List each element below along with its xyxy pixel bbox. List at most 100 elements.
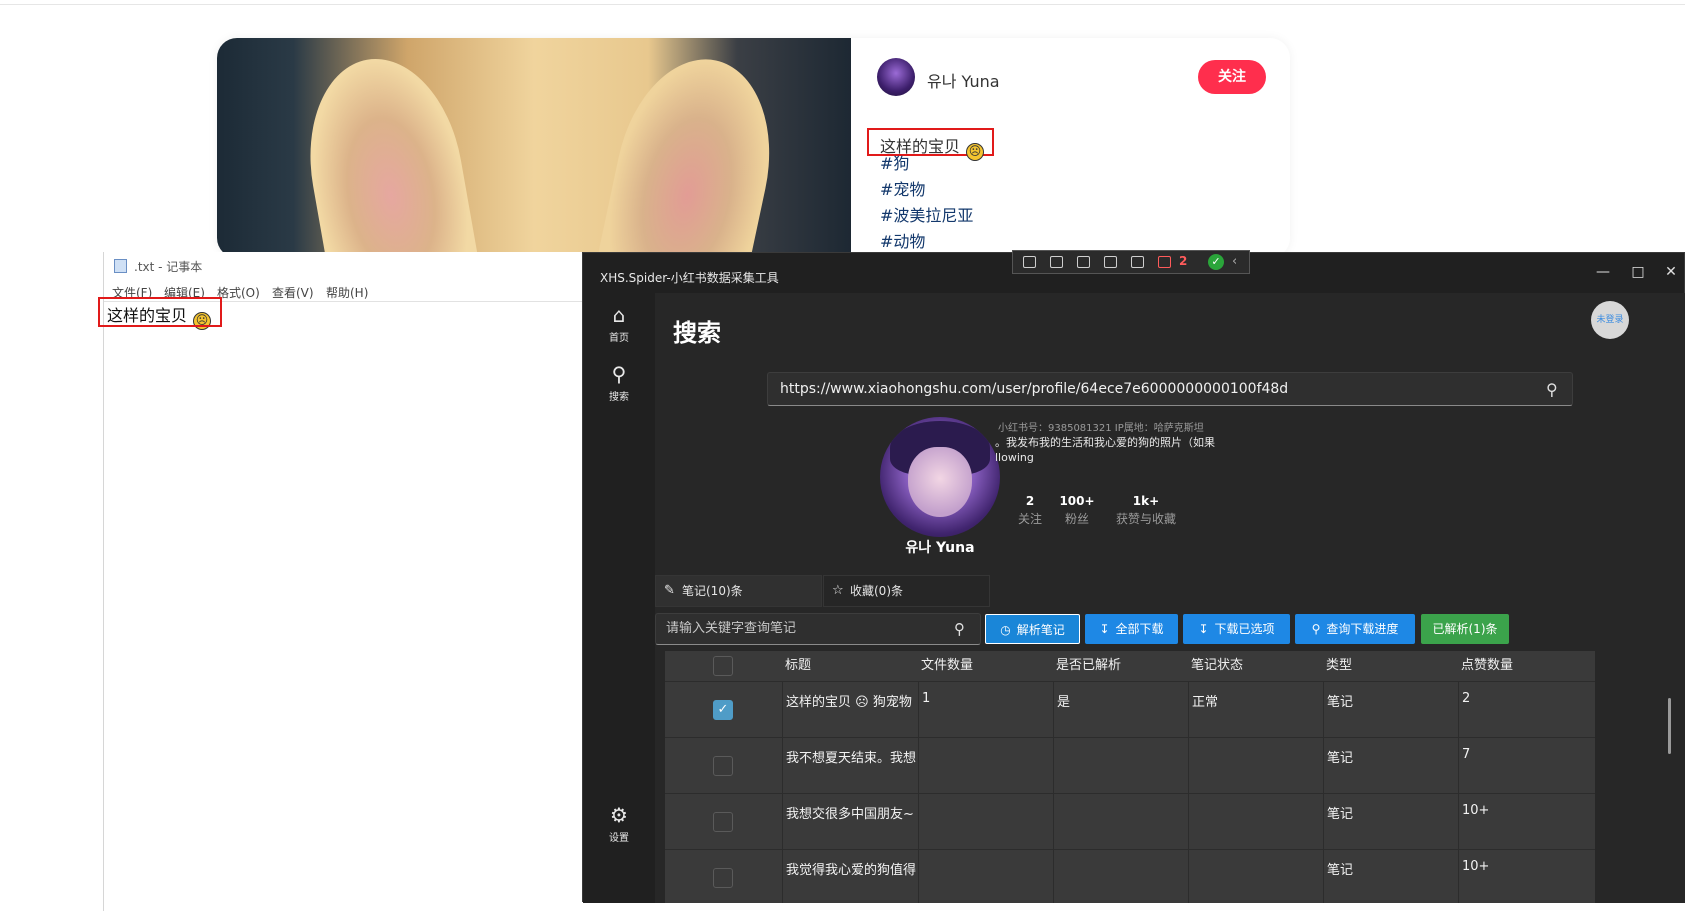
tag-link[interactable]: #波美拉尼亚 — [880, 202, 973, 226]
button-label: 查询下载进度 — [1326, 622, 1399, 636]
select-all-checkbox[interactable] — [713, 656, 733, 676]
cell-files: 1 — [918, 682, 1053, 738]
download-selected-button[interactable]: ↧ 下载已选项 — [1183, 614, 1290, 644]
sidebar-item-settings[interactable]: ⚙ 设置 — [583, 803, 655, 844]
note-filter-field[interactable]: ⚲ — [655, 613, 981, 645]
cell-title: 这样的宝贝 ☹ 狗宠物 — [782, 682, 918, 738]
table-row[interactable]: 我觉得我心爱的狗值得 笔记 10+ — [665, 849, 1595, 903]
column-header-status[interactable]: 笔记状态 — [1191, 651, 1243, 681]
browser-top-border — [0, 4, 1685, 5]
login-status-avatar[interactable]: 未登录 — [1591, 301, 1629, 339]
table-row[interactable]: 我想交很多中国朋友~ 笔记 10+ — [665, 793, 1595, 850]
cell-status — [1188, 738, 1323, 794]
pointer-icon[interactable] — [1077, 256, 1090, 268]
column-header-files[interactable]: 文件数量 — [921, 651, 973, 681]
page-title: 搜索 — [673, 319, 721, 347]
menu-view[interactable]: 查看(V) — [272, 284, 314, 301]
button-label: 解析笔记 — [1016, 623, 1065, 637]
download-icon: ↧ — [1099, 622, 1110, 636]
download-all-button[interactable]: ↧ 全部下载 — [1085, 614, 1178, 644]
follow-button[interactable]: 关注 — [1198, 60, 1266, 94]
region-icon[interactable] — [1104, 256, 1117, 268]
column-header-type[interactable]: 类型 — [1326, 651, 1352, 681]
check-icon[interactable]: ✓ — [1208, 254, 1224, 270]
tag-link[interactable]: #宠物 — [880, 176, 925, 200]
profile-id-ip: 小红书号：9385081321 IP属地：哈萨克斯坦 — [998, 423, 1204, 434]
row-checkbox[interactable] — [713, 868, 733, 888]
note-filter-input[interactable] — [666, 621, 946, 636]
record-video-icon[interactable] — [1050, 256, 1063, 268]
window-capture-icon[interactable] — [1131, 256, 1144, 268]
table-scrollbar[interactable] — [1668, 698, 1671, 754]
search-icon: ⚲ — [1311, 622, 1321, 636]
tab-notes[interactable]: ✎ 笔记(10)条 — [655, 575, 822, 607]
main-panel: 搜索 未登录 https://www.xiaohongshu.com/user/… — [655, 293, 1685, 903]
table-row[interactable]: ✓ 这样的宝贝 ☹ 狗宠物 1 是 正常 笔记 2 — [665, 681, 1595, 738]
cell-type: 笔记 — [1323, 794, 1458, 850]
cell-title: 我觉得我心爱的狗值得 — [782, 850, 918, 903]
row-checkbox[interactable]: ✓ — [713, 700, 733, 720]
table-row[interactable]: 我不想夏天结束。我想 笔记 7 — [665, 737, 1595, 794]
query-progress-button[interactable]: ⚲ 查询下载进度 — [1295, 614, 1415, 644]
column-header-title[interactable]: 标题 — [785, 651, 811, 681]
url-search-input[interactable]: https://www.xiaohongshu.com/user/profile… — [767, 372, 1573, 406]
tag-link[interactable]: #动物 — [880, 228, 925, 252]
maximize-icon[interactable]: □ — [1623, 261, 1653, 283]
cell-likes: 2 — [1458, 682, 1595, 738]
cell-parsed: 是 — [1053, 682, 1188, 738]
screenshot-icon[interactable] — [1023, 256, 1036, 268]
window-title: XHS.Spider-小红书数据采集工具 — [600, 271, 779, 285]
cell-parsed — [1053, 794, 1188, 850]
cell-type: 笔记 — [1323, 738, 1458, 794]
cell-status — [1188, 794, 1323, 850]
tab-label: 笔记(10)条 — [682, 584, 743, 598]
notes-table: 标题 文件数量 是否已解析 笔记状态 类型 点赞数量 ✓ 这样的宝贝 ☹ 狗宠物… — [665, 651, 1595, 903]
close-icon[interactable]: ✕ — [1656, 261, 1685, 283]
notepad-title: .txt - 记事本 — [134, 260, 203, 274]
sidebar-item-label: 设置 — [609, 833, 629, 844]
search-icon[interactable]: ⚲ — [954, 620, 965, 638]
cell-likes: 10+ — [1458, 850, 1595, 903]
highlight-box — [98, 297, 222, 327]
row-checkbox[interactable] — [713, 812, 733, 832]
parsed-count-button[interactable]: 已解析(1)条 — [1421, 614, 1509, 644]
menu-help[interactable]: 帮助(H) — [326, 284, 368, 301]
column-header-parsed[interactable]: 是否已解析 — [1056, 651, 1121, 681]
sidebar: ⌂ 首页 ⚲ 搜索 ⚙ 设置 — [583, 293, 655, 903]
row-checkbox[interactable] — [713, 756, 733, 776]
cell-title: 我想交很多中国朋友~ — [782, 794, 918, 850]
chevron-left-icon[interactable]: ‹ — [1232, 254, 1237, 269]
parse-notes-button[interactable]: ◷ 解析笔记 — [985, 614, 1080, 644]
search-input-value[interactable]: https://www.xiaohongshu.com/user/profile… — [780, 381, 1288, 397]
cell-status: 正常 — [1188, 682, 1323, 738]
notification-icon[interactable] — [1158, 256, 1171, 268]
notepad-titlebar[interactable]: .txt - 记事本 — [104, 252, 584, 280]
capture-toolbar: 2 ✓ ‹ — [1012, 250, 1250, 274]
cell-status — [1188, 850, 1323, 903]
search-icon[interactable]: ⚲ — [1546, 380, 1558, 399]
clock-icon: ◷ — [1000, 623, 1011, 637]
home-icon: ⌂ — [612, 303, 626, 327]
menu-format[interactable]: 格式(O) — [217, 284, 260, 301]
tag-link[interactable]: #狗 — [880, 150, 909, 174]
tab-favorites[interactable]: ☆ 收藏(0)条 — [823, 575, 990, 607]
sidebar-item-search[interactable]: ⚲ 搜索 — [583, 362, 655, 403]
cell-files — [918, 738, 1053, 794]
column-header-likes[interactable]: 点赞数量 — [1461, 651, 1513, 681]
download-icon: ↧ — [1198, 622, 1209, 636]
notepad-icon — [114, 259, 127, 273]
minimize-icon[interactable]: — — [1588, 261, 1618, 283]
cell-likes: 10+ — [1458, 794, 1595, 850]
author-name[interactable]: 유나 Yuna — [927, 68, 1000, 92]
stat-followers-label: 粉丝 — [1064, 512, 1089, 526]
author-avatar[interactable] — [877, 58, 915, 96]
cell-likes: 7 — [1458, 738, 1595, 794]
note-photo[interactable] — [217, 38, 851, 258]
profile-name: 유나 Yuna — [905, 540, 975, 556]
notification-count: 2 — [1179, 254, 1188, 268]
cell-files — [918, 794, 1053, 850]
edit-note-icon: ✎ — [664, 583, 675, 598]
note-detail-card: 유나 Yuna 关注 这样的宝贝 ☹ #狗 #宠物 #波美拉尼亚 #动物 — [217, 38, 1290, 258]
sidebar-item-home[interactable]: ⌂ 首页 — [583, 303, 655, 344]
search-icon: ⚲ — [611, 362, 627, 386]
